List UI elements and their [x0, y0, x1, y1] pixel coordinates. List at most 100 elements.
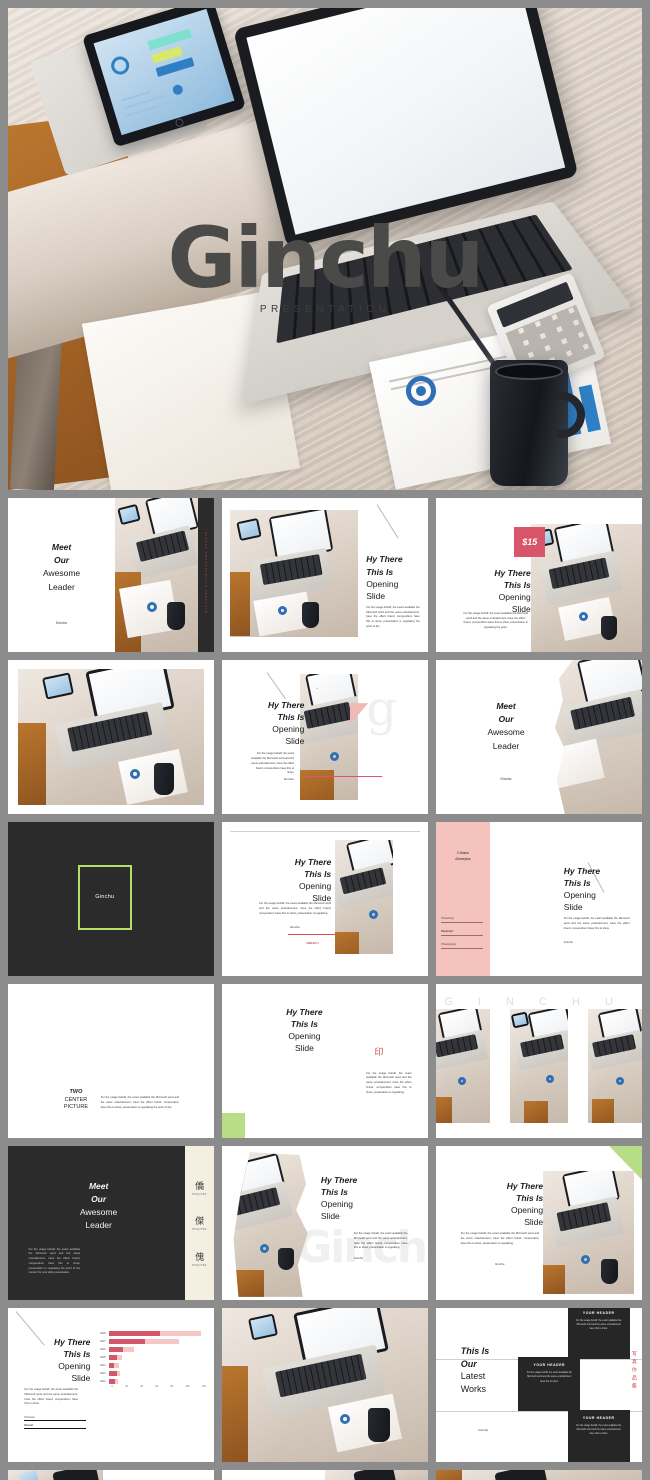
slide13-heading-line-1: Meet — [88, 1180, 109, 1191]
hero-image: Ginchu PRESENTATION — [8, 8, 642, 490]
slide-thumbnail-4[interactable] — [8, 660, 214, 814]
slide9-heading-line-3: Opening — [563, 890, 596, 901]
slide13-cjk-3: 傀 PCIIJITXO — [185, 1252, 214, 1267]
slide13-cjk-label-3: PCIIJITXO — [192, 1263, 207, 1267]
slide5-heading-line-4: Slide — [285, 735, 305, 746]
bar-label: 2015 — [100, 1356, 106, 1360]
slide6-heading-line-2: Our — [498, 714, 514, 725]
work-card-3[interactable]: YOUR HEADER For the usage behalf, the ex… — [567, 1409, 630, 1462]
slide9-skill-2: Illustrator — [441, 930, 454, 934]
slide5-ghost-letter: g — [366, 680, 397, 737]
slide11-green-square — [222, 1113, 245, 1138]
slide2-heading: Hy There This Is Opening Slide — [366, 553, 422, 601]
slide-thumbnail-13[interactable]: 僑 PCIIJITXO 傑 PCIIJITXO 傀 PCIIJITXO Meet… — [8, 1146, 214, 1300]
slide11-heading-line-2: This Is — [290, 1018, 318, 1029]
slide13-cjk-2: 傑 PCIIJITXO — [185, 1218, 214, 1231]
photo-laptop-lid — [494, 1470, 548, 1480]
bar-row: 2014 — [95, 1362, 206, 1370]
photo-laptop-base — [513, 1029, 568, 1071]
slide3-heading-line-2: This Is — [503, 580, 531, 591]
photo-laptop-base — [335, 861, 393, 910]
work-card-1-text: For the usage behalf, the exact availabl… — [576, 1319, 622, 1331]
slide14-heading-line-1: Hy There — [320, 1174, 358, 1185]
slide5-body: For the usage behalf, the exact availabl… — [251, 752, 295, 775]
bar-label: 2014 — [100, 1364, 106, 1368]
slide6-heading-line-1: Meet — [496, 701, 516, 712]
slide-thumbnail-21-partial[interactable] — [436, 1470, 642, 1480]
photo-floor — [524, 1100, 549, 1123]
slide14-face-mask-photo — [233, 1152, 308, 1297]
slide5-caption: Ginchu — [284, 777, 295, 782]
slide-thumbnail-16[interactable]: Hy There This Is Opening Slide For the u… — [8, 1308, 214, 1462]
slide8-caption: Ginchu — [290, 925, 301, 930]
slide13-heading-line-2: Our — [91, 1194, 107, 1205]
slide13-cjk-label-1: PCIIJITXO — [192, 1192, 207, 1196]
work-card-2[interactable]: YOUR HEADER For the usage behalf, the ex… — [518, 1357, 581, 1412]
slide15-heading: Hy There This Is Opening Slide — [473, 1180, 543, 1228]
slide11-heading: Hy There This Is Opening Slide — [274, 1006, 336, 1054]
photo-mug — [167, 602, 186, 630]
slide16-legend-2: Recent — [24, 1423, 34, 1427]
slide10-heading-line-2: CENTER — [64, 1096, 88, 1103]
slide13-cjk-glyph-1: 僑 — [195, 1181, 205, 1192]
tablet-chart-donut-icon — [108, 54, 132, 77]
slide-thumbnail-7[interactable]: Ginchu — [8, 822, 214, 976]
slide5-heading-line-2: This Is — [277, 711, 305, 722]
slide-thumbnail-1[interactable]: GINCHU PRESENTATION TEMPLATE Meet Our Aw… — [8, 498, 214, 652]
slide-thumbnail-3[interactable]: $15 Hy There This Is Opening Slide For t… — [436, 498, 642, 652]
list-item: Photoshop — [441, 917, 484, 924]
slide-thumbnail-2[interactable]: Hy There This Is Opening Slide For the u… — [222, 498, 428, 652]
slide2-heading-line-3: Opening — [366, 578, 399, 589]
slide7-logo-frame: Ginchu — [78, 865, 132, 930]
slide21-photo — [436, 1470, 642, 1480]
slide1-photo — [115, 498, 198, 652]
slide14-heading-line-3: Opening — [320, 1198, 354, 1209]
slide3-heading-line-1: Hy There — [494, 568, 531, 579]
bar-row: 2012 — [95, 1378, 206, 1386]
x-tick: 120 — [201, 1385, 206, 1388]
slide8-photo — [335, 840, 393, 955]
slide-thumbnail-10[interactable]: TWO CENTER PICTURE For the usage behalf,… — [8, 984, 214, 1138]
photo-floor — [543, 1264, 566, 1294]
slide-thumbnail-18[interactable]: YOUR HEADER For the usage behalf, the ex… — [436, 1308, 642, 1462]
slide-thumbnail-20-partial[interactable] — [222, 1470, 428, 1480]
work-card-1[interactable]: YOUR HEADER For the usage behalf, the ex… — [567, 1308, 630, 1359]
slide13-cjk-glyph-2: 傑 — [195, 1217, 205, 1228]
slide13-cjk-glyph-3: 傀 — [195, 1252, 205, 1263]
slide8-heading-line-1: Hy There — [294, 856, 332, 867]
slide-thumbnail-5[interactable]: g Hy There This Is Opening Slide For the… — [222, 660, 428, 814]
slide-thumbnail-12[interactable]: G I N C H U — [436, 984, 642, 1138]
photo-floor — [222, 1366, 248, 1462]
slide-thumbnail-17[interactable] — [222, 1308, 428, 1462]
slide1-dark-strip: GINCHU PRESENTATION TEMPLATE — [197, 498, 214, 652]
slide-thumbnail-11[interactable]: Hy There This Is Opening Slide 印 For the… — [222, 984, 428, 1138]
slide-thumbnail-19-partial[interactable] — [8, 1470, 214, 1480]
slide-thumbnail-15[interactable]: Hy There This Is Opening Slide For the u… — [436, 1146, 642, 1300]
slide7-logo-text: Ginchu — [95, 894, 115, 901]
slide16-legend-1: Previous — [24, 1415, 35, 1419]
slide1-heading-line-2: Our — [53, 555, 70, 566]
bar-label: 2012 — [100, 1380, 106, 1384]
slide16-heading-line-4: Slide — [71, 1372, 91, 1383]
slide8-heading: Hy There This Is Opening Slide — [259, 856, 331, 904]
photo-floor — [436, 1096, 452, 1123]
work-card-1-title: YOUR HEADER — [582, 1310, 615, 1315]
slide16-legend: Previous Recent — [24, 1415, 87, 1429]
slide14-heading-line-2: This Is — [320, 1186, 348, 1197]
slide-thumbnail-14[interactable]: Ginchu Hy There This Is Opening Slide Fo… — [222, 1146, 428, 1300]
slide-thumbnail-grid: GINCHU PRESENTATION TEMPLATE Meet Our Aw… — [0, 498, 650, 1480]
slide16-heading-line-3: Opening — [58, 1360, 91, 1371]
slide-thumbnail-6[interactable]: Meet Our Awesome Leader Ginchu — [436, 660, 642, 814]
photo-mug — [601, 1258, 619, 1284]
slide6-face-mask-photo — [554, 660, 642, 814]
slide3-heading-line-3: Opening — [498, 592, 531, 603]
slide13-cjk-1: 僑 PCIIJITXO — [185, 1181, 214, 1196]
photo-laptop-base — [588, 1029, 642, 1071]
slide-thumbnail-8[interactable]: Hy There This Is Opening Slide For the u… — [222, 822, 428, 976]
slide-thumbnail-9[interactable]: Chiara Almeyka Photoshop Illustrator Pho… — [436, 822, 642, 976]
slide13-heading-line-3: Awesome — [80, 1207, 118, 1218]
slide13-heading-line-4: Leader — [85, 1220, 112, 1231]
bar-row: 2016 — [95, 1346, 206, 1354]
photo-laptop-base — [559, 689, 642, 749]
slide15-caption: Ginchu — [495, 1263, 505, 1267]
